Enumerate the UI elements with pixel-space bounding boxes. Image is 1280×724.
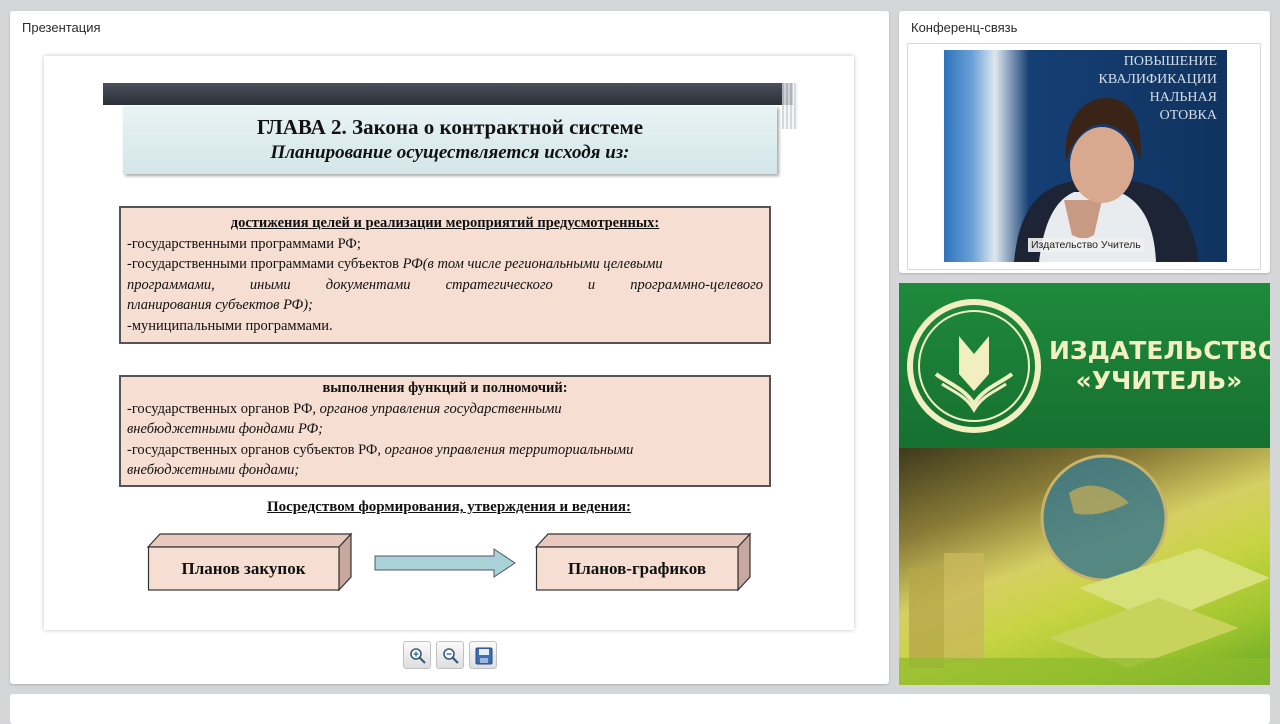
goals-item: -муниципальными программами. xyxy=(127,317,333,334)
publisher-logo-icon xyxy=(907,299,1041,433)
functions-item-text: -государственных органов субъектов РФ, xyxy=(127,441,385,458)
publisher-ad[interactable]: ИЗДАТЕЛЬСТВО «УЧИТЕЛЬ» xyxy=(899,283,1270,685)
slide: ГЛАВА 2. Закона о контрактной системе Пл… xyxy=(44,56,854,630)
functions-item-italic: органов управления государственными xyxy=(319,400,562,417)
slide-title-box: ГЛАВА 2. Закона о контрактной системе Пл… xyxy=(123,106,777,174)
goals-item-cont: программами, иными документами стратегич… xyxy=(127,276,763,293)
cube-label-schedules: Планов-графиков xyxy=(567,559,707,578)
speaker-image xyxy=(1014,98,1199,262)
goals-item: -государственными программами субъектов … xyxy=(127,254,763,275)
goals-heading: достижения целей и реализации мероприяти… xyxy=(230,215,660,231)
zoom-out-button[interactable] xyxy=(436,641,464,669)
goals-item-italic: РФ(в том числе региональными целевыми xyxy=(402,256,663,272)
cube-label-purchases: Планов закупок xyxy=(181,559,306,578)
means-heading: Посредством формирования, утверждения и … xyxy=(266,499,632,515)
slide-title: ГЛАВА 2. Закона о контрактной системе xyxy=(256,115,644,139)
conference-panel-title: Конференц-связь xyxy=(911,20,1018,35)
ad-title: ИЗДАТЕЛЬСТВО «УЧИТЕЛЬ» xyxy=(1049,336,1270,396)
goals-item: -государственными программами РФ; xyxy=(127,235,361,252)
slide-header-bar xyxy=(103,83,793,105)
functions-heading: выполнения функций и полномочий: xyxy=(322,380,568,396)
zoom-in-button[interactable] xyxy=(403,641,431,669)
save-icon xyxy=(475,647,493,665)
goals-item-cont: планирования субъектов РФ); xyxy=(127,297,313,313)
slide-subtitle: Планирование осуществляется исходя из: xyxy=(270,142,630,163)
functions-item-cont: внебюджетными фондами РФ; xyxy=(127,421,323,437)
arrow-icon xyxy=(374,548,516,578)
functions-item: -государственных органов субъектов РФ, о… xyxy=(127,440,763,461)
goals-box: достижения целей и реализации мероприяти… xyxy=(119,206,771,344)
slide-decoration xyxy=(782,83,798,129)
zoom-in-icon xyxy=(410,648,426,664)
ad-title-line: ИЗДАТЕЛЬСТВО xyxy=(1049,336,1270,365)
video-caption: Издательство Учитель xyxy=(1028,238,1144,252)
globe-books-image xyxy=(899,454,1270,685)
functions-item-italic: органов управления территориальными xyxy=(384,441,634,458)
goals-item-text: -государственными программами субъектов xyxy=(127,256,403,272)
functions-box: выполнения функций и полномочий: -госуда… xyxy=(119,375,771,487)
functions-item: -государственных органов РФ, органов упр… xyxy=(127,399,763,420)
video-feed[interactable]: ПОВЫШЕНИЕ КВАЛИФИКАЦИИ НАЛЬНАЯ ОТОВКА Из… xyxy=(944,50,1227,262)
ad-title-line: «УЧИТЕЛЬ» xyxy=(1075,366,1243,395)
functions-item-cont: внебюджетными фондами; xyxy=(127,462,300,478)
functions-item-text: -государственных органов РФ, xyxy=(127,400,320,417)
ad-books-image xyxy=(899,448,1270,685)
presentation-panel-title: Презентация xyxy=(22,20,101,35)
zoom-out-icon xyxy=(443,648,459,664)
save-button[interactable] xyxy=(469,641,497,669)
